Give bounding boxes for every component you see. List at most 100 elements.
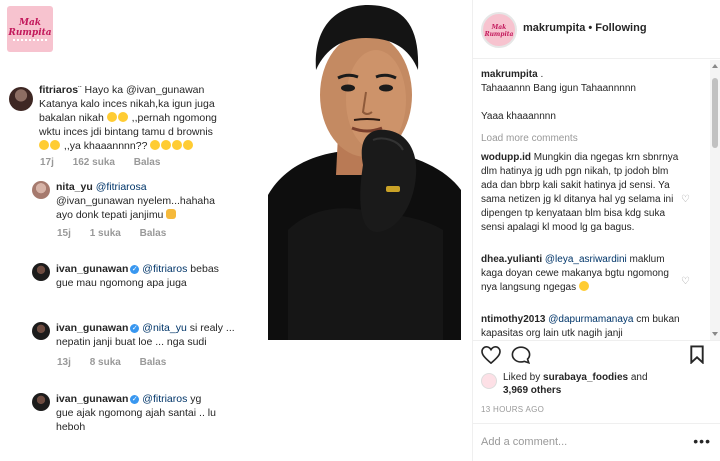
laugh-emoji-icon <box>172 140 183 150</box>
comment-username[interactable]: ivan_gunawan <box>56 393 128 405</box>
laugh-emoji-icon <box>117 112 128 122</box>
comment-item: wodupp.id Mungkin dia ngegas krn sbnrnya… <box>481 151 681 235</box>
comment-likes[interactable]: 162 suka <box>73 157 115 168</box>
post-actions-bar <box>473 340 720 368</box>
avatar-ivan <box>32 393 50 411</box>
clap-emoji-icon <box>166 209 177 219</box>
scroll-up-arrow-icon[interactable] <box>712 64 718 68</box>
comment-mention[interactable]: @dapurmamanaya <box>548 314 633 325</box>
liker-avatar[interactable] <box>481 373 497 389</box>
comment-mention[interactable]: @fitriarosa <box>96 181 147 193</box>
avatar-ivan <box>32 322 50 340</box>
likes-summary: Liked by surabaya_foodies and 3,969 othe… <box>503 371 720 397</box>
comment-text: ,,pernah ngomong <box>131 112 217 124</box>
following-button[interactable]: Following <box>595 22 646 34</box>
comment-item: dhea.yulianti @leya_asriwardini maklum k… <box>481 253 681 295</box>
comment-text: heboh <box>56 421 86 433</box>
caption: makrumpita . Tahaaannn Bang igun Tahaann… <box>481 68 681 124</box>
comment-username[interactable]: dhea.yulianti <box>481 254 542 265</box>
comment-time: 17j <box>40 157 54 168</box>
comments-scroll-area[interactable]: makrumpita . Tahaaannn Bang igun Tahaann… <box>473 60 720 340</box>
comment-text: ayo donk tepati janjimu <box>56 209 164 221</box>
comment-mention[interactable]: @fitriaros <box>142 393 187 405</box>
comment-text: bakalan nikah <box>39 112 104 124</box>
like-comment-heart-icon[interactable]: ♡ <box>681 195 691 205</box>
laugh-emoji-icon <box>50 140 60 150</box>
comment-likes[interactable]: 8 suka <box>90 357 121 368</box>
comment-mention[interactable]: @nita_yu <box>142 322 187 334</box>
comment-screenshot-panel: Mak Rumpita fitriaros¨ Hayo ka @ivan_gun… <box>0 0 268 461</box>
comment-text: ,,ya khaaannnn?? <box>63 140 148 152</box>
reply-button[interactable]: Balas <box>140 357 167 368</box>
avatar-nita <box>32 181 50 199</box>
comment-ivan-1: ivan_gunawan ✓ @fitriaros bebas gue mau n… <box>56 262 266 290</box>
comment-text: yg <box>190 393 202 405</box>
verified-badge-icon: ✓ <box>130 324 140 333</box>
profile-avatar[interactable]: Mak Rumpita <box>481 12 517 48</box>
smile-emoji-icon <box>578 281 589 291</box>
comment-time: 13j <box>57 357 71 368</box>
like-comment-heart-icon[interactable]: ♡ <box>681 277 691 287</box>
scroll-down-arrow-icon[interactable] <box>712 332 718 336</box>
comment-mention[interactable]: @fitriaros <box>142 263 187 275</box>
reply-button[interactable]: Balas <box>134 157 161 168</box>
comment-meta: 15j 1 suka Balas <box>57 228 182 239</box>
comment-text: bebas <box>190 263 219 275</box>
mak-rumpita-logo: Mak Rumpita <box>7 6 53 52</box>
more-options-icon[interactable]: ••• <box>693 433 711 449</box>
comment-username[interactable]: ntimothy2013 <box>481 314 545 325</box>
header-separator: • <box>588 22 593 34</box>
comment-text: Katanya kalo inces nikah,ka igun juga <box>39 98 215 110</box>
laugh-emoji-icon <box>106 112 117 122</box>
caption-line: Tahaaannn Bang igun Tahaannnnn <box>481 83 636 94</box>
profile-avatar-text: Mak Rumpita <box>484 24 514 38</box>
liker-username[interactable]: surabaya_foodies <box>543 372 628 383</box>
comment-time: 15j <box>57 228 71 239</box>
add-comment-input[interactable]: Add a comment... <box>481 436 567 448</box>
comment-fitriaros: fitriaros¨ Hayo ka @ivan_gunawan Katanya… <box>39 83 264 153</box>
post-header-user: makrumpita • Following <box>523 22 647 34</box>
verified-badge-icon: ✓ <box>130 265 140 274</box>
comment-username-blur: ¨ <box>78 84 82 96</box>
post-header: Mak Rumpita makrumpita • Following <box>473 0 720 59</box>
logo-text: Mak Rumpita <box>8 18 52 38</box>
comment-nita: nita_yu @fitriarosa @ivan_gunawan nyelem… <box>56 180 266 222</box>
load-more-comments[interactable]: Load more comments <box>481 133 578 144</box>
comment-username[interactable]: ivan_gunawan <box>56 322 128 334</box>
comment-ivan-3: ivan_gunawan ✓ @fitriaros yg gue ajak ngo… <box>56 392 266 434</box>
post-photo[interactable] <box>268 0 461 340</box>
comment-likes[interactable]: 1 suka <box>90 228 121 239</box>
avatar-fitriaros <box>9 87 33 111</box>
comment-text: nepatin janji buat loe ... nga sudi <box>56 336 207 348</box>
comment-item: ntimothy2013 @dapurmamanaya cm bukan kap… <box>481 313 681 340</box>
bookmark-icon[interactable] <box>689 345 705 364</box>
comment-meta: 17j 162 suka Balas <box>40 157 176 168</box>
verified-badge-icon: ✓ <box>130 395 140 404</box>
comments-scrollbar[interactable] <box>710 60 720 340</box>
scrollbar-thumb[interactable] <box>712 78 718 148</box>
comment-text: gue mau ngomong apa juga <box>56 277 187 289</box>
comment-text: gue ajak ngomong ajah santai .. lu <box>56 407 216 419</box>
like-heart-icon[interactable] <box>481 346 501 364</box>
profile-username[interactable]: makrumpita <box>523 22 585 34</box>
caption-username[interactable]: makrumpita <box>481 69 538 80</box>
likes-count[interactable]: 3,969 others <box>503 385 561 396</box>
comment-username[interactable]: nita_yu <box>56 181 93 193</box>
comment-mention[interactable]: @leya_asriwardini <box>545 254 627 265</box>
reply-button[interactable]: Balas <box>140 228 167 239</box>
add-comment-bar: Add a comment... ••• <box>473 423 720 461</box>
caption-suffix: . <box>540 69 544 80</box>
comment-bubble-icon[interactable] <box>511 346 531 364</box>
likes-prefix: Liked by <box>503 372 541 383</box>
comment-username[interactable]: ivan_gunawan <box>56 263 128 275</box>
laugh-emoji-icon <box>39 140 49 150</box>
comment-meta: 13j 8 suka Balas <box>57 357 182 368</box>
avatar-ivan <box>32 263 50 281</box>
laugh-emoji-icon <box>150 140 161 150</box>
comment-text: Hayo ka @ivan_gunawan <box>84 84 205 96</box>
comment-username[interactable]: fitriaros <box>39 84 78 96</box>
comment-ivan-2: ivan_gunawan ✓ @nita_yu si realy ... nepa… <box>56 321 266 349</box>
comment-username[interactable]: wodupp.id <box>481 152 531 163</box>
logo-dots <box>13 39 47 45</box>
post-timestamp[interactable]: 13 HOURS AGO <box>481 405 544 414</box>
